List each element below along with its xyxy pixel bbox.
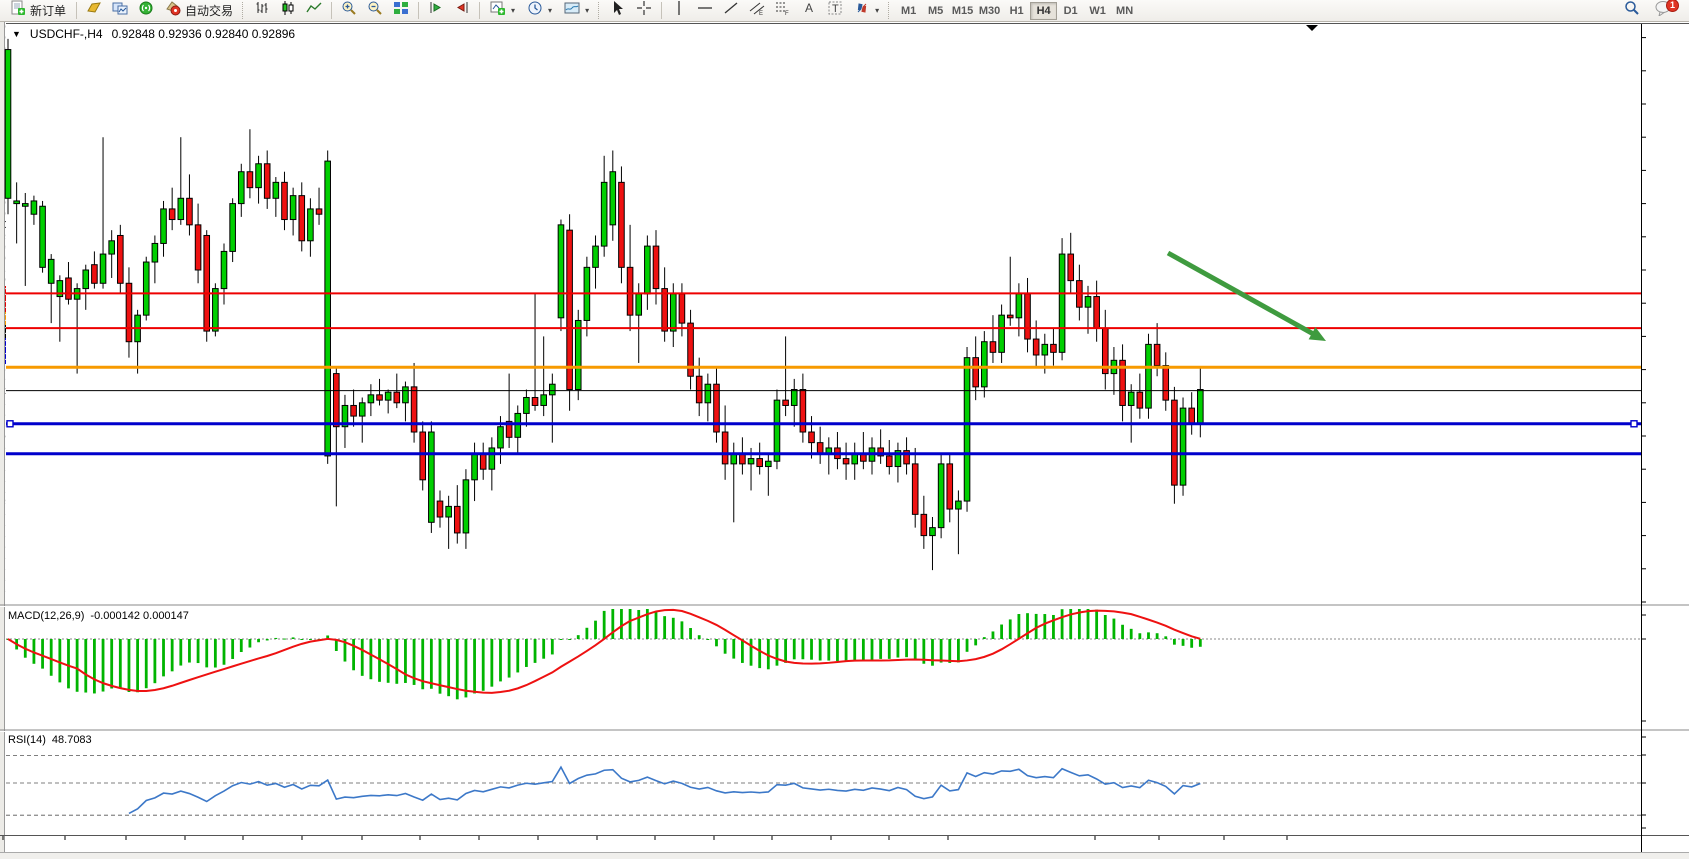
price-axis[interactable] (1641, 24, 1689, 835)
search-icon (1624, 0, 1640, 21)
line-chart-button[interactable] (301, 1, 327, 21)
chart-canvas[interactable] (0, 0, 1689, 859)
tf-m1-button[interactable]: M1 (895, 2, 922, 20)
autotrading-button[interactable]: 自动交易 (159, 1, 239, 21)
cursor-icon (610, 0, 626, 21)
periods-icon (527, 0, 543, 21)
auto-scroll-icon (428, 0, 444, 21)
equidistant-channel-button[interactable]: E (744, 1, 770, 21)
trendline-icon (723, 0, 739, 21)
tf-mn-button[interactable]: MN (1111, 2, 1138, 20)
rsi-value: 48.7083 (52, 734, 92, 746)
macd-label-row: MACD(12,26,9) -0.000142 0.000147 (8, 610, 189, 622)
market-watch-button[interactable] (133, 1, 159, 21)
candlestick-chart-icon (280, 0, 296, 21)
rsi-label: RSI(14) (8, 734, 46, 746)
crosshair-button[interactable] (631, 1, 657, 21)
indicators-button[interactable]: ▾ (484, 1, 521, 21)
charts-icon (112, 0, 128, 21)
horizontal-line-button[interactable] (692, 1, 718, 21)
chart-shift-button[interactable] (449, 1, 475, 21)
svg-text:A: A (805, 1, 813, 15)
vertical-line-icon (671, 0, 687, 21)
templates-button[interactable]: ▾ (558, 1, 595, 21)
tf-h4-button[interactable]: H4 (1030, 2, 1057, 20)
cursor-button[interactable] (605, 1, 631, 21)
tile-windows-button[interactable] (388, 1, 414, 21)
fibonacci-button[interactable]: F (770, 1, 796, 21)
autotrading-icon (165, 0, 181, 21)
tf-m5-button[interactable]: M5 (922, 2, 949, 20)
notification-badge: 1 (1666, 0, 1679, 12)
chevron-down-icon: ▾ (585, 6, 589, 15)
candlestick-chart-button[interactable] (275, 1, 301, 21)
bar-chart-icon (254, 0, 270, 21)
chevron-down-icon: ▾ (548, 6, 552, 15)
macd-values: -0.000142 0.000147 (90, 610, 188, 622)
horizontal-line-icon (697, 0, 713, 21)
new-order-label: 新订单 (30, 2, 66, 19)
svg-text:F: F (785, 11, 789, 16)
new-order-icon (10, 0, 26, 21)
chevron-down-icon: ▾ (511, 6, 515, 15)
rsi-label-row: RSI(14) 48.7083 (8, 734, 92, 746)
zoom-out-icon (367, 0, 383, 21)
indicators-icon (490, 0, 506, 21)
arrows-icon (854, 0, 870, 21)
text-label-icon: T (827, 0, 843, 21)
line-chart-icon (306, 0, 322, 21)
zoom-in-icon (341, 0, 357, 21)
tf-w1-button[interactable]: W1 (1084, 2, 1111, 20)
arrows-button[interactable]: ▾ (848, 1, 885, 21)
autotrading-label: 自动交易 (185, 2, 233, 19)
text-label-button[interactable]: T (822, 1, 848, 21)
chart-title: USDCHF-,H4 (30, 27, 103, 41)
auto-scroll-button[interactable] (423, 1, 449, 21)
search-button[interactable] (1619, 1, 1645, 21)
svg-text:E: E (759, 11, 763, 16)
vertical-line-button[interactable] (666, 1, 692, 21)
trendline-button[interactable] (718, 1, 744, 21)
chart-title-row[interactable]: ▼ USDCHF-,H4 0.92848 0.92936 0.92840 0.9… (12, 27, 295, 41)
hline-handle[interactable] (1631, 421, 1637, 427)
market-watch-icon (138, 0, 154, 21)
crosshair-icon (636, 0, 652, 21)
chevron-down-icon: ▾ (875, 6, 879, 15)
templates-icon (564, 0, 580, 21)
text-button[interactable]: A (796, 1, 822, 21)
chart-quote: 0.92848 0.92936 0.92840 0.92896 (112, 27, 296, 41)
tf-m15-button[interactable]: M15 (949, 2, 976, 20)
tf-d1-button[interactable]: D1 (1057, 2, 1084, 20)
fibonacci-icon: F (775, 0, 791, 21)
hline-handle[interactable] (7, 421, 13, 427)
equidistant-channel-icon: E (749, 0, 765, 21)
text-icon: A (801, 0, 817, 21)
zoom-in-button[interactable] (336, 1, 362, 21)
charts-button[interactable] (107, 1, 133, 21)
zoom-out-button[interactable] (362, 1, 388, 21)
tile-windows-icon (393, 0, 409, 21)
tf-m30-button[interactable]: M30 (976, 2, 1003, 20)
toolbar: 新订单 自动交易 ▾ ▾ ▾ E F A T ▾ M1 M5 M15 M30 H… (0, 0, 1689, 22)
macd-label: MACD(12,26,9) (8, 610, 84, 622)
chat-button[interactable]: 1 (1651, 1, 1677, 21)
bar-chart-button[interactable] (249, 1, 275, 21)
tf-h1-button[interactable]: H1 (1003, 2, 1030, 20)
time-axis[interactable] (0, 836, 1641, 852)
periods-button[interactable]: ▾ (521, 1, 558, 21)
profiles-icon (86, 0, 102, 21)
chevron-down-icon[interactable]: ▼ (12, 29, 21, 39)
chart-shift-icon (454, 0, 470, 21)
svg-text:T: T (832, 3, 839, 15)
new-order-button[interactable]: 新订单 (4, 1, 72, 21)
profiles-button[interactable] (81, 1, 107, 21)
